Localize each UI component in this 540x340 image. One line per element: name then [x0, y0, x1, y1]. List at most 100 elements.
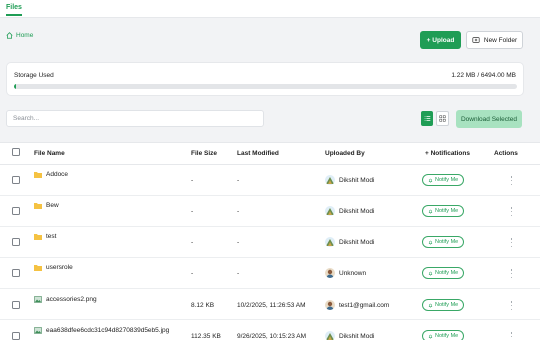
file-name[interactable]: accessories2.png: [46, 296, 97, 303]
landscape-avatar: [325, 175, 335, 185]
person-avatar: [325, 300, 335, 310]
upload-button[interactable]: + Upload: [420, 31, 461, 49]
table-row[interactable]: Addoce - - Dikshit Modi Notify Me: [0, 165, 540, 196]
bell-icon: [428, 240, 433, 244]
file-size: -: [191, 239, 194, 246]
notify-me-button[interactable]: Notify Me: [422, 174, 465, 186]
folder-icon: [34, 203, 42, 209]
notify-me-label: Notify Me: [435, 239, 459, 245]
notify-me-button[interactable]: Notify Me: [422, 299, 465, 311]
breadcrumb-home-label: Home: [16, 32, 34, 39]
folder-icon: [34, 172, 42, 178]
more-actions-icon[interactable]: [510, 176, 513, 185]
landscape-avatar: [325, 237, 335, 247]
uploader-name: Unknown: [339, 270, 367, 277]
notify-me-button[interactable]: Notify Me: [422, 236, 465, 248]
notify-me-label: Notify Me: [435, 208, 459, 214]
bell-icon: [428, 178, 433, 182]
grid-icon: [439, 115, 446, 122]
header-file-size[interactable]: File Size: [191, 150, 217, 157]
row-checkbox[interactable]: [12, 301, 20, 309]
file-size: -: [191, 208, 194, 215]
row-checkbox[interactable]: [12, 238, 20, 246]
table-row[interactable]: eaa638dfee6cdc31c94d8270839d5eb5.jpg 112.…: [0, 320, 540, 340]
file-size: -: [191, 270, 194, 277]
header-uploaded-by[interactable]: Uploaded By: [325, 150, 365, 157]
more-actions-icon[interactable]: [510, 269, 513, 278]
list-icon: [424, 116, 430, 121]
storage-card: Storage Used 1.22 MB / 6494.00 MB: [6, 62, 524, 96]
file-name[interactable]: Bew: [46, 202, 59, 209]
new-folder-button[interactable]: New Folder: [466, 31, 523, 49]
landscape-avatar: [325, 206, 335, 216]
header-notifications[interactable]: + Notifications: [425, 150, 470, 157]
select-all-checkbox[interactable]: [12, 148, 20, 156]
notify-me-label: Notify Me: [435, 302, 459, 308]
last-modified: -: [237, 208, 240, 215]
folder-icon: [34, 265, 42, 271]
files-table: File Name File Size Last Modified Upload…: [0, 142, 540, 340]
list-view-button[interactable]: [421, 111, 433, 126]
notify-me-button[interactable]: Notify Me: [422, 205, 465, 217]
uploader-name: Dikshit Modi: [339, 208, 375, 215]
row-checkbox[interactable]: [12, 332, 20, 340]
notify-me-label: Notify Me: [435, 270, 459, 276]
uploader-name: Dikshit Modi: [339, 177, 375, 184]
storage-progress-bar: [14, 84, 517, 89]
file-size: 112.35 KB: [191, 333, 221, 340]
last-modified: -: [237, 239, 240, 246]
more-actions-icon[interactable]: [510, 238, 513, 247]
file-name[interactable]: usersrole: [46, 264, 73, 271]
more-actions-icon[interactable]: [510, 301, 513, 310]
more-actions-icon[interactable]: [510, 207, 513, 216]
image-file-icon: [34, 327, 42, 334]
top-tab-bar: Files: [0, 0, 540, 18]
bell-icon: [428, 334, 433, 338]
notify-me-button[interactable]: Notify Me: [422, 330, 465, 340]
table-row[interactable]: usersrole - - Unknown Notify Me: [0, 258, 540, 289]
folder-icon: [34, 234, 42, 240]
table-row[interactable]: accessories2.png 8.12 KB 10/2/2025, 11:26:…: [0, 289, 540, 320]
grid-view-button[interactable]: [436, 111, 449, 126]
person-avatar: [325, 268, 335, 278]
last-modified: -: [237, 177, 240, 184]
header-file-name[interactable]: File Name: [34, 150, 65, 157]
file-name[interactable]: test: [46, 233, 56, 240]
notify-me-label: Notify Me: [435, 177, 459, 183]
row-checkbox[interactable]: [12, 176, 20, 184]
folder-plus-icon: [472, 37, 480, 43]
bell-icon: [428, 209, 433, 213]
header-actions: Actions: [494, 150, 518, 157]
row-checkbox[interactable]: [12, 207, 20, 215]
download-selected-button[interactable]: Download Selected: [456, 110, 522, 128]
home-icon: [6, 32, 13, 39]
file-size: -: [191, 177, 194, 184]
last-modified: 10/2/2025, 11:26:53 AM: [237, 302, 306, 309]
row-checkbox[interactable]: [12, 269, 20, 277]
header-last-modified[interactable]: Last Modified: [237, 150, 279, 157]
file-name[interactable]: eaa638dfee6cdc31c94d8270839d5eb5.jpg: [46, 327, 169, 334]
search-input[interactable]: [6, 110, 264, 127]
storage-label: Storage Used: [14, 72, 54, 79]
uploader-name: Dikshit Modi: [339, 239, 375, 246]
bell-icon: [428, 303, 433, 307]
new-folder-label: New Folder: [483, 36, 518, 44]
tab-files[interactable]: Files: [6, 4, 22, 16]
table-header: File Name File Size Last Modified Upload…: [0, 143, 540, 165]
last-modified: 9/26/2025, 10:15:23 AM: [237, 333, 307, 340]
notify-me-label: Notify Me: [435, 333, 459, 339]
storage-value: 1.22 MB / 6494.00 MB: [451, 72, 516, 79]
landscape-avatar: [325, 331, 335, 340]
more-actions-icon[interactable]: [510, 332, 513, 340]
storage-progress-fill: [14, 84, 16, 89]
notify-me-button[interactable]: Notify Me: [422, 267, 465, 279]
last-modified: -: [237, 270, 240, 277]
file-size: 8.12 KB: [191, 302, 215, 309]
uploader-name: test1@gmail.com: [339, 302, 390, 309]
table-row[interactable]: Bew - - Dikshit Modi Notify Me: [0, 196, 540, 227]
file-name[interactable]: Addoce: [46, 171, 68, 178]
table-row[interactable]: test - - Dikshit Modi Notify Me: [0, 227, 540, 258]
breadcrumb[interactable]: Home: [6, 32, 33, 39]
bell-icon: [428, 271, 433, 275]
image-file-icon: [34, 296, 42, 303]
